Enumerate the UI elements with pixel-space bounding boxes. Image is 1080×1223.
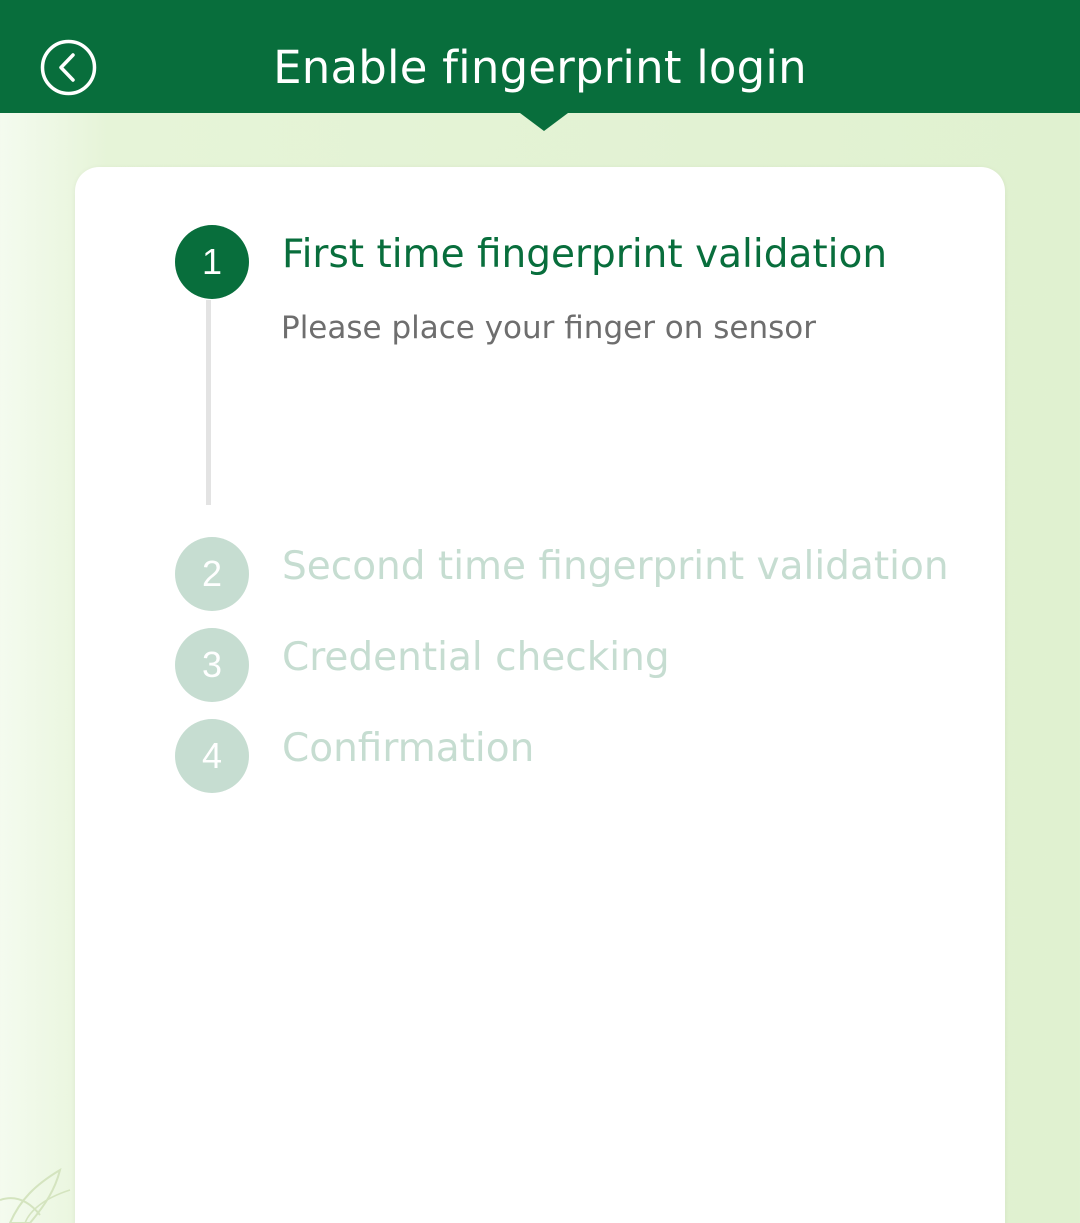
leaf-ornament-icon xyxy=(0,1167,71,1223)
header-bar: Enable fingerprint login xyxy=(0,0,1080,113)
step-connector-line xyxy=(206,300,211,505)
header-pointer xyxy=(520,113,568,131)
step-2-badge: 2 xyxy=(175,537,249,611)
step-1-badge: 1 xyxy=(175,225,249,299)
step-1-title: First time fingerprint validation xyxy=(282,232,888,277)
step-3-badge: 3 xyxy=(175,628,249,702)
step-4-title: Confirmation xyxy=(282,726,535,771)
step-2-title: Second time fingerprint validation xyxy=(282,544,949,589)
step-1-description: Please place your finger on sensor xyxy=(281,310,816,346)
step-3-title: Credential checking xyxy=(282,635,670,680)
step-4-badge: 4 xyxy=(175,719,249,793)
page-title: Enable fingerprint login xyxy=(273,41,807,94)
